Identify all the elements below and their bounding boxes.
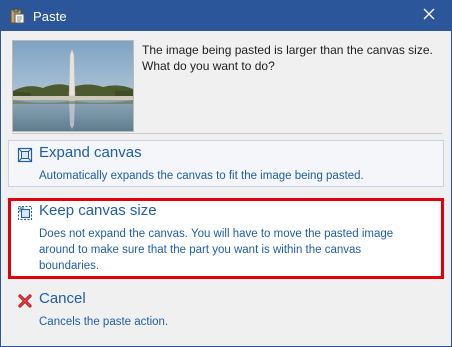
image-thumbnail (12, 40, 134, 132)
keep-canvas-size-option[interactable]: Keep canvas size Does not expand the can… (8, 198, 444, 279)
cancel-title: Cancel (39, 290, 86, 307)
expand-canvas-description: Automatically expands the canvas to fit … (39, 170, 364, 182)
close-button[interactable] (407, 1, 451, 31)
paste-dialog: Paste The image being pasted is larger t… (0, 0, 452, 347)
expand-canvas-option[interactable]: Expand canvas Automatically expands the … (8, 140, 444, 187)
keep-canvas-icon (17, 205, 33, 221)
close-icon (423, 7, 435, 25)
expand-canvas-icon (17, 147, 33, 163)
message-line-1: The image being pasted is larger than th… (142, 43, 433, 57)
cancel-description: Cancels the paste action. (39, 316, 169, 328)
keep-description-line-1: Does not expand the canvas. You will hav… (39, 228, 394, 240)
separator (12, 133, 442, 134)
dialog-message: The image being pasted is larger than th… (142, 42, 442, 74)
title-bar[interactable]: Paste (1, 1, 451, 31)
clipboard-icon (9, 8, 25, 24)
expand-canvas-title: Expand canvas (39, 144, 142, 161)
message-line-2: What do you want to do? (142, 59, 275, 73)
red-x-icon (17, 293, 33, 309)
cancel-option[interactable]: Cancel Cancels the paste action. (8, 286, 444, 334)
window-title: Paste (33, 8, 67, 24)
dialog-header: The image being pasted is larger than th… (12, 40, 442, 132)
keep-canvas-size-description: Does not expand the canvas. You will hav… (39, 226, 437, 274)
keep-canvas-size-title: Keep canvas size (39, 202, 157, 219)
keep-description-line-2: around to make sure that the part you wa… (39, 244, 362, 256)
keep-description-line-3: boundaries. (39, 260, 100, 272)
dialog-content: The image being pasted is larger than th… (1, 31, 451, 347)
